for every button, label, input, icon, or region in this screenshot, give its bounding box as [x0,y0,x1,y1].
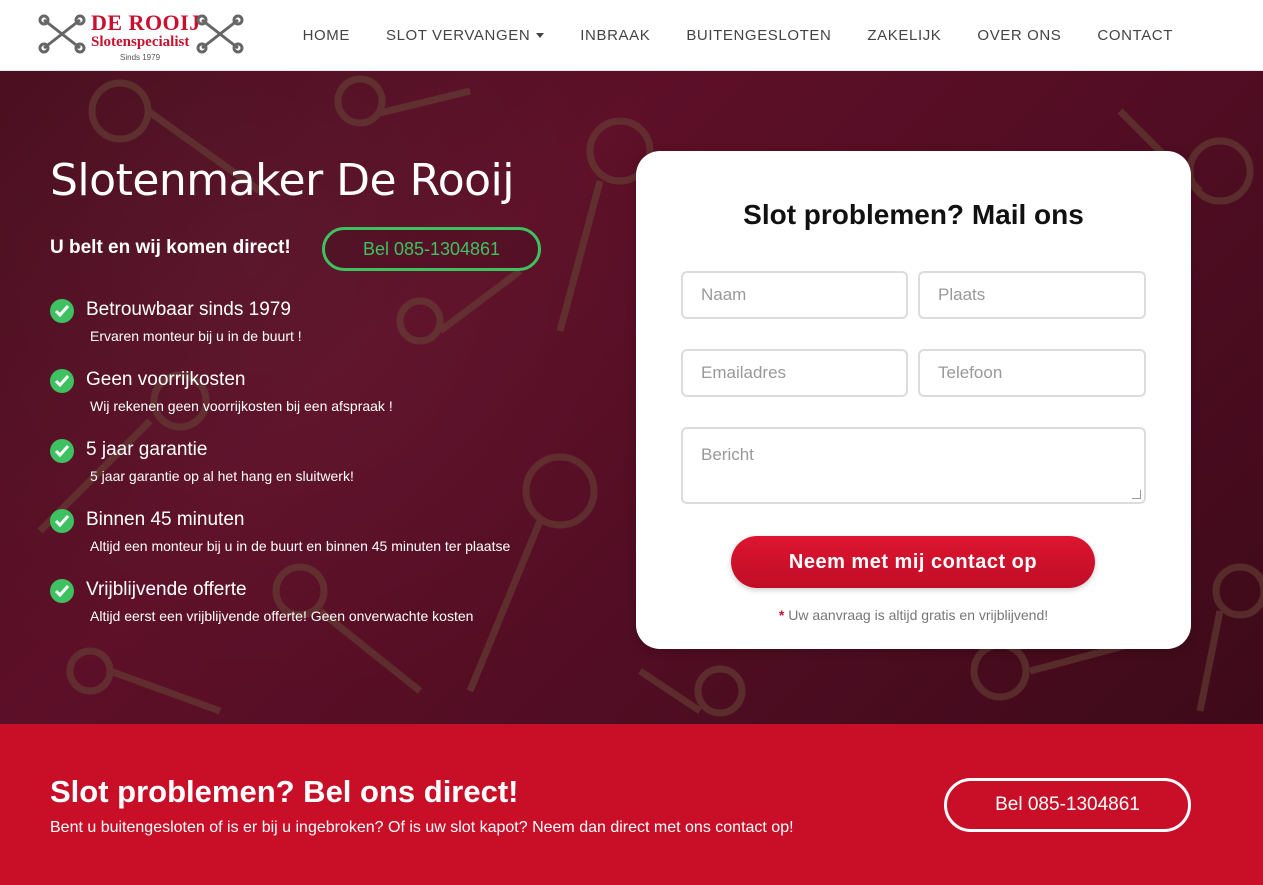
form-note: * Uw aanvraag is altijd gratis en vrijbl… [636,607,1191,623]
brand-subtitle: Slotenspecialist [91,34,190,50]
name-field[interactable]: Naam [681,271,908,319]
hero-title: Slotenmaker De Rooij [50,155,515,206]
resize-handle-icon[interactable] [1132,490,1141,499]
email-field[interactable]: Emailadres [681,349,908,397]
nav-zakelijk-label: ZAKELIJK [867,27,942,44]
crossed-keys-icon [196,14,244,54]
form-note-text: Uw aanvraag is altijd gratis en vrijblij… [788,607,1049,623]
check-circle-icon [50,299,74,323]
nav-contact[interactable]: CONTACT [1079,0,1191,71]
logo[interactable]: DE ROOIJ Slotenspecialist Sinds 1979 [36,10,246,64]
hero-section: Slotenmaker De Rooij U belt en wij komen… [0,71,1263,724]
nav-over-ons-label: OVER ONS [977,27,1062,44]
nav-buitengesloten[interactable]: BUITENGESLOTEN [668,0,849,71]
cta-call-button[interactable]: Bel 085-1304861 [944,778,1191,832]
check-circle-icon [50,439,74,463]
cta-title: Slot problemen? Bel ons direct! [50,774,519,809]
check-circle-icon [50,509,74,533]
form-title: Slot problemen? Mail ons [743,199,1084,230]
city-field[interactable]: Plaats [918,271,1146,319]
caret-down-icon [536,33,545,38]
feature-title: Binnen 45 minuten [86,509,245,530]
cta-subtitle: Bent u buitengesloten of is er bij u ing… [50,819,794,836]
nav-contact-label: CONTACT [1097,27,1173,44]
brand-since: Sinds 1979 [120,53,161,62]
check-circle-icon [50,369,74,393]
nav-home[interactable]: HOME [285,0,368,71]
message-placeholder: Bericht [701,445,754,464]
nav-zakelijk[interactable]: ZAKELIJK [849,0,959,71]
feature-subtitle: Ervaren monteur bij u in de buurt ! [90,328,302,344]
hero-call-button[interactable]: Bel 085-1304861 [322,227,541,271]
nav-home-label: HOME [302,27,350,44]
contact-form-card: Slot problemen? Mail ons Naam Plaats Ema… [636,151,1191,649]
crossed-keys-icon [38,14,86,54]
cta-band: Slot problemen? Bel ons direct! Bent u b… [0,724,1263,885]
feature-title: Betrouwbaar sinds 1979 [86,299,291,320]
nav-inbraak[interactable]: INBRAAK [562,0,668,71]
nav-slot-vervangen-label: SLOT VERVANGEN [385,27,531,44]
call-prompt: U belt en wij komen direct! [50,237,291,258]
feature-title: Geen voorrijkosten [86,369,246,390]
nav-over-ons[interactable]: OVER ONS [959,0,1079,71]
navbar: DE ROOIJ Slotenspecialist Sinds 1979 HOM… [0,0,1263,71]
main-nav: HOME SLOT VERVANGEN INBRAAK BUITENGESLOT… [285,0,1191,71]
feature-subtitle: Altijd een monteur bij u in de buurt en … [90,538,511,554]
submit-button[interactable]: Neem met mij contact op [731,536,1095,588]
feature-title: Vrijblijvende offerte [86,579,247,600]
message-field[interactable]: Bericht [681,427,1146,504]
check-circle-icon [50,579,74,603]
feature-title: 5 jaar garantie [86,439,208,460]
phone-field[interactable]: Telefoon [918,349,1146,397]
nav-slot-vervangen[interactable]: SLOT VERVANGEN [368,0,562,71]
nav-inbraak-label: INBRAAK [580,27,651,44]
nav-buitengesloten-label: BUITENGESLOTEN [686,27,832,44]
feature-subtitle: Wij rekenen geen voorrijkosten bij een a… [90,398,393,414]
required-star: * [778,607,785,623]
feature-subtitle: Altijd eerst een vrijblijvende offerte! … [90,608,474,624]
feature-subtitle: 5 jaar garantie op al het hang en sluitw… [90,468,354,484]
brand-name: DE ROOIJ [91,10,201,35]
